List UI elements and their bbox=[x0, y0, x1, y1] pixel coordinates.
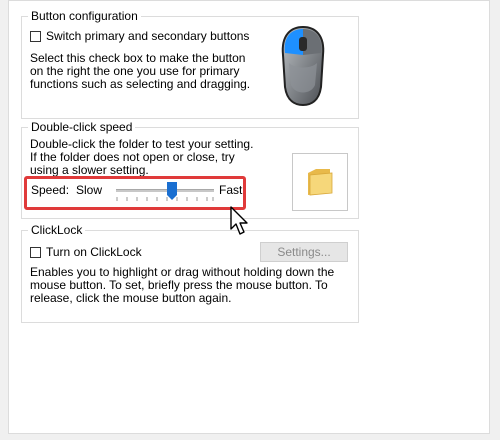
turn-on-clicklock-checkbox-row[interactable]: Turn on ClickLock bbox=[30, 245, 142, 259]
turn-on-clicklock-checkbox[interactable] bbox=[30, 246, 41, 258]
double-click-test-area[interactable] bbox=[292, 153, 348, 211]
mouse-image bbox=[281, 25, 325, 107]
clicklock-title: ClickLock bbox=[28, 223, 86, 237]
slider-track bbox=[116, 189, 214, 192]
speed-label: Speed: bbox=[31, 183, 70, 197]
mouse-properties-panel: Button configuration Switch primary and … bbox=[8, 0, 490, 434]
folder-icon[interactable] bbox=[306, 167, 334, 197]
button-configuration-group: Button configuration Switch primary and … bbox=[21, 9, 359, 119]
clicklock-description: Enables you to highlight or drag without… bbox=[30, 265, 335, 305]
switch-buttons-checkbox[interactable] bbox=[30, 30, 41, 42]
turn-on-clicklock-label: Turn on ClickLock bbox=[46, 245, 142, 259]
double-click-speed-title: Double-click speed bbox=[28, 120, 136, 134]
button-configuration-title: Button configuration bbox=[28, 9, 141, 23]
fast-label: Fast bbox=[219, 183, 243, 197]
clicklock-group: ClickLock Turn on ClickLock Settings... … bbox=[21, 223, 359, 323]
switch-buttons-checkbox-row[interactable]: Switch primary and secondary buttons bbox=[30, 29, 249, 43]
double-click-speed-group: Double-click speed Double-click the fold… bbox=[21, 120, 359, 219]
mouse-pointer-icon bbox=[230, 206, 248, 235]
slow-label: Slow bbox=[76, 183, 103, 197]
slider-ticks bbox=[116, 197, 214, 201]
clicklock-settings-button[interactable]: Settings... bbox=[260, 242, 348, 262]
double-click-speed-slider[interactable] bbox=[116, 182, 214, 204]
switch-buttons-label: Switch primary and secondary buttons bbox=[46, 29, 250, 43]
double-click-speed-description: Double-click the folder to test your set… bbox=[30, 137, 254, 177]
button-configuration-description: Select this check box to make the button… bbox=[30, 51, 251, 91]
slider-thumb[interactable] bbox=[167, 182, 177, 200]
